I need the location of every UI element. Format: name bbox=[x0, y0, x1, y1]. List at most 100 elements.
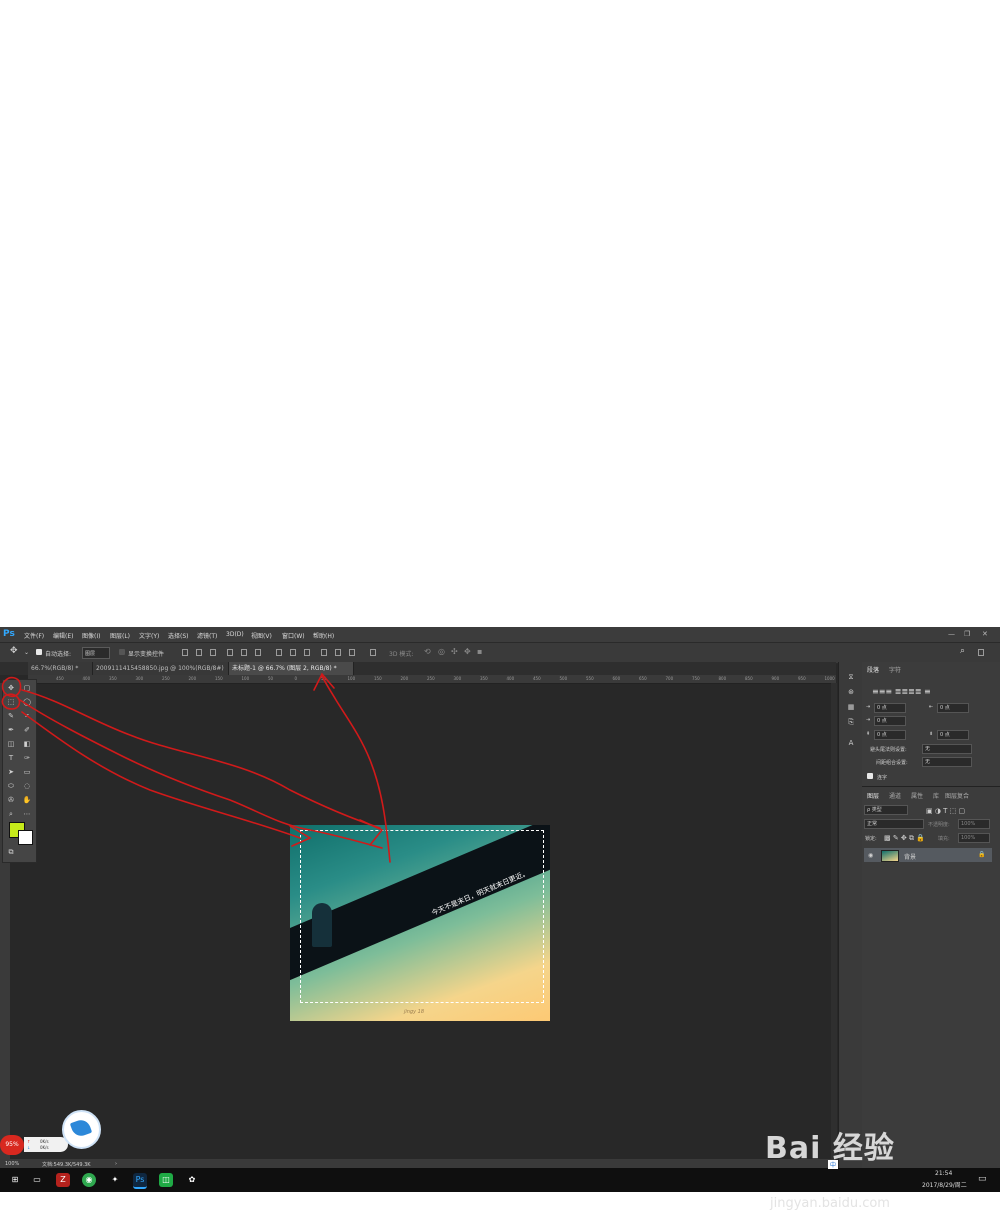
align-bottom-icon[interactable] bbox=[210, 649, 216, 656]
menu-3d[interactable]: 3D(D) bbox=[226, 631, 244, 638]
blend-mode-select[interactable]: 正常 bbox=[864, 819, 924, 829]
filezilla-icon[interactable]: Z bbox=[56, 1173, 70, 1187]
tab-channels[interactable]: 通道 bbox=[889, 791, 901, 800]
align-right-icon[interactable] bbox=[255, 649, 261, 656]
show-transform-checkbox[interactable] bbox=[119, 649, 125, 655]
indent-right-field[interactable]: 0 点 bbox=[937, 703, 969, 713]
minimize-icon[interactable]: — bbox=[948, 630, 955, 638]
hyphenate-checkbox[interactable] bbox=[867, 773, 873, 779]
restore-icon[interactable]: ❐ bbox=[964, 630, 970, 638]
space-after-field[interactable]: 0 点 bbox=[937, 730, 969, 740]
history-icon[interactable]: ⧖ bbox=[846, 672, 856, 682]
lasso-tool-icon[interactable]: ◯ bbox=[21, 696, 33, 708]
document-canvas[interactable]: 今天不是末日，明天就末日更近。 jingy 18 bbox=[290, 825, 550, 1021]
distribute-top-icon[interactable] bbox=[276, 649, 282, 656]
3d-slide-icon[interactable]: ✥ bbox=[464, 647, 471, 656]
kinsoku-select[interactable]: 无 bbox=[922, 744, 972, 754]
close-icon[interactable]: ✕ bbox=[982, 630, 988, 638]
distribute-hcenter-icon[interactable] bbox=[335, 649, 341, 656]
crop-tool-icon[interactable]: ⌗ bbox=[21, 710, 33, 722]
eye-icon[interactable]: ◉ bbox=[868, 852, 873, 859]
tab-layers[interactable]: 图层 bbox=[867, 791, 879, 800]
auto-align-icon[interactable] bbox=[370, 649, 376, 656]
menu-window[interactable]: 窗口(W) bbox=[282, 631, 305, 640]
vertical-scrollbar[interactable] bbox=[831, 683, 837, 1159]
auto-select-checkbox[interactable] bbox=[36, 649, 42, 655]
workspace-icon[interactable] bbox=[978, 649, 984, 656]
speed-badge[interactable]: 95% bbox=[0, 1135, 24, 1155]
screen-mode-icon[interactable]: ⧉ bbox=[5, 846, 17, 858]
move-tool-icon[interactable]: ✥ bbox=[10, 646, 18, 656]
layer-row[interactable]: ◉ 背景 🔒 bbox=[864, 848, 992, 862]
lock-icons[interactable]: ▩ ✎ ✥ ⧉ 🔒 bbox=[884, 834, 925, 843]
auto-select-dropdown[interactable]: 图层 bbox=[82, 647, 110, 659]
paint-app-icon[interactable]: ✿ bbox=[185, 1173, 199, 1187]
chevron-down-icon[interactable]: ⌄ bbox=[24, 649, 29, 656]
menu-select[interactable]: 选择(S) bbox=[168, 631, 189, 640]
menu-layer[interactable]: 图层(L) bbox=[110, 631, 130, 640]
game-app-icon[interactable]: ✦ bbox=[108, 1173, 122, 1187]
actions-icon[interactable]: ⊛ bbox=[846, 687, 856, 697]
brush-tool-icon[interactable]: ✐ bbox=[21, 724, 33, 736]
quick-select-tool-icon[interactable]: ✎ bbox=[5, 710, 17, 722]
artboard-tool-icon[interactable]: ▢ bbox=[21, 682, 33, 694]
distribute-right-icon[interactable] bbox=[349, 649, 355, 656]
move-tool-icon[interactable]: ✥ bbox=[5, 682, 17, 694]
opacity-field[interactable]: 100% bbox=[958, 819, 990, 829]
3d-scale-icon[interactable]: ▪ bbox=[477, 647, 482, 656]
hand-tool-icon[interactable]: ✋ bbox=[21, 794, 33, 806]
menu-view[interactable]: 视图(V) bbox=[251, 631, 272, 640]
windows-start-icon[interactable]: ⊞ bbox=[8, 1173, 22, 1187]
photoshop-taskbar-icon[interactable]: Ps bbox=[133, 1173, 147, 1189]
assistant-bird-icon[interactable] bbox=[62, 1110, 101, 1149]
menu-type[interactable]: 文字(Y) bbox=[139, 631, 159, 640]
wechat-icon[interactable]: ◫ bbox=[159, 1173, 173, 1187]
3d-rotate-icon[interactable]: ⟲ bbox=[424, 647, 431, 656]
distribute-left-icon[interactable] bbox=[321, 649, 327, 656]
tab-document-1[interactable]: 66.7%(RGB/8) * bbox=[28, 662, 93, 675]
ellipse-tool-icon[interactable]: ⬭ bbox=[5, 780, 17, 792]
gradient-tool-icon[interactable]: ◧ bbox=[21, 738, 33, 750]
search-icon[interactable]: ⌕ bbox=[960, 646, 965, 656]
zoom-level[interactable]: 100% bbox=[5, 1161, 19, 1167]
3d-tool-icon[interactable]: ◌ bbox=[21, 780, 33, 792]
menu-filter[interactable]: 滤镜(T) bbox=[197, 631, 217, 640]
zoom-tool-icon[interactable]: ⌕ bbox=[5, 808, 17, 820]
eyedropper-tool-icon[interactable]: ✒ bbox=[5, 724, 17, 736]
menu-edit[interactable]: 编辑(E) bbox=[53, 631, 73, 640]
character-icon[interactable]: A bbox=[846, 738, 856, 748]
menu-help[interactable]: 帮助(H) bbox=[313, 631, 334, 640]
layer-kind-filter[interactable]: ρ 类型 bbox=[864, 805, 908, 815]
eraser-tool-icon[interactable]: ◫ bbox=[5, 738, 17, 750]
swatches-icon[interactable]: ▦ bbox=[846, 702, 856, 712]
menu-file[interactable]: 文件(F) bbox=[24, 631, 44, 640]
tab-libraries[interactable]: 库 bbox=[933, 791, 939, 800]
tab-document-2[interactable]: 2009111415458850.jpg @ 100%(RGB/8#) * bbox=[93, 662, 229, 685]
layer-filter-icons[interactable]: ▣ ◑ T ⬚ ▢ bbox=[926, 807, 965, 815]
3d-drag-icon[interactable]: ✣ bbox=[451, 647, 458, 656]
rectangle-tool-icon[interactable]: ▭ bbox=[21, 766, 33, 778]
tab-layer-comps[interactable]: 图层复合 bbox=[945, 791, 969, 800]
align-left-icon[interactable] bbox=[227, 649, 233, 656]
tab-paragraph[interactable]: 段落 bbox=[867, 665, 879, 674]
align-top-icon[interactable] bbox=[182, 649, 188, 656]
background-color-swatch[interactable] bbox=[18, 830, 33, 845]
tab-document-3[interactable]: 未标题-1 @ 66.7% (图层 2, RGB/8) * bbox=[229, 662, 354, 675]
rotate-view-tool-icon[interactable]: ✇ bbox=[5, 794, 17, 806]
tab-character[interactable]: 字符 bbox=[889, 665, 901, 674]
3d-roll-icon[interactable]: ◎ bbox=[438, 647, 445, 656]
task-view-icon[interactable]: ▭ bbox=[30, 1173, 44, 1187]
notification-icon[interactable]: ▭ bbox=[978, 1174, 987, 1184]
align-text-buttons[interactable]: ≡≡≡ ≣≣≣≣ ≡ bbox=[872, 687, 931, 696]
tab-properties[interactable]: 属性 bbox=[911, 791, 923, 800]
space-before-field[interactable]: 0 点 bbox=[874, 730, 906, 740]
pen-tool-icon[interactable]: ✑ bbox=[21, 752, 33, 764]
first-line-indent-field[interactable]: 0 点 bbox=[874, 716, 906, 726]
mojikumi-select[interactable]: 无 bbox=[922, 757, 972, 767]
align-vcenter-icon[interactable] bbox=[196, 649, 202, 656]
fill-field[interactable]: 100% bbox=[958, 833, 990, 843]
status-arrow-icon[interactable]: › bbox=[115, 1161, 117, 1167]
align-hcenter-icon[interactable] bbox=[241, 649, 247, 656]
menu-image[interactable]: 图像(I) bbox=[82, 631, 100, 640]
type-tool-icon[interactable]: T bbox=[5, 752, 17, 764]
